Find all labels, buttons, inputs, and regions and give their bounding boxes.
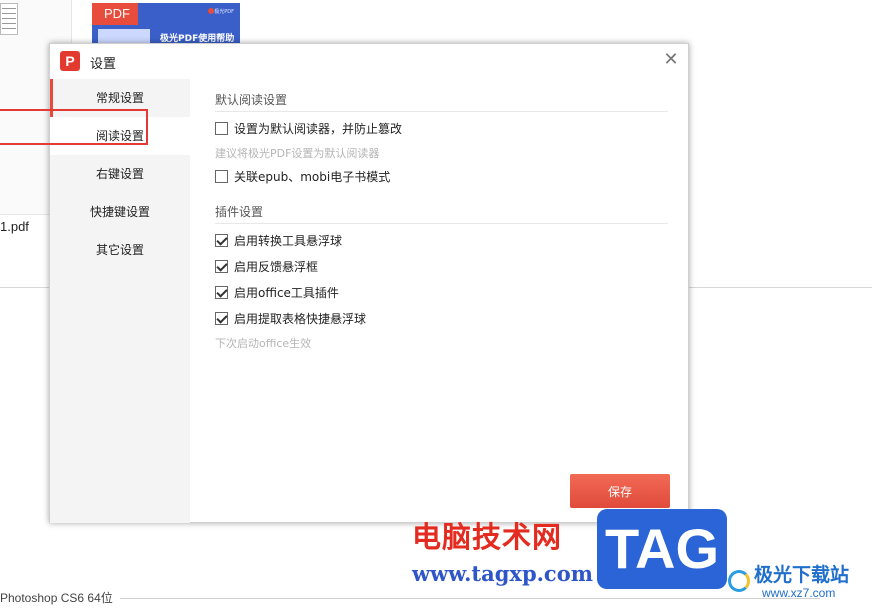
option-set-default-reader[interactable]: 设置为默认阅读器，并防止篡改: [215, 120, 402, 136]
watermark-site-name: 极光下载站: [754, 564, 850, 586]
option-table-extract-float[interactable]: 启用提取表格快捷悬浮球: [215, 310, 366, 326]
divider: [215, 111, 668, 112]
divider: [215, 223, 668, 224]
checkbox-checked[interactable]: [215, 285, 228, 299]
checkbox-checked[interactable]: [215, 259, 228, 273]
bottom-item-label[interactable]: Photoshop CS6 64位: [0, 589, 113, 606]
option-label: 设置为默认阅读器，并防止篡改: [234, 121, 403, 136]
section-title-plugins: 插件设置: [215, 205, 264, 219]
help-file-thumbnail[interactable]: PDF 极光PDF 极光PDF使用帮助: [92, 3, 240, 47]
watermark-site-url: www.xz7.com: [762, 586, 836, 600]
option-convert-float-ball[interactable]: 启用转换工具悬浮球: [215, 232, 342, 248]
option-label: 启用office工具插件: [234, 285, 339, 300]
watermark-url: www.tagxp.com: [412, 561, 593, 586]
checkbox-checked[interactable]: [215, 233, 228, 247]
checkbox[interactable]: [215, 121, 228, 135]
checkbox-checked[interactable]: [215, 311, 228, 325]
option-label: 启用反馈悬浮框: [234, 259, 319, 274]
option-label: 启用转换工具悬浮球: [234, 233, 343, 248]
settings-sidebar: 常规设置 阅读设置 右键设置 快捷键设置 其它设置: [50, 79, 190, 523]
sidebar-item-label: 常规设置: [95, 91, 144, 105]
option-label: 关联epub、mobi电子书模式: [234, 169, 391, 184]
option-feedback-float[interactable]: 启用反馈悬浮框: [215, 258, 318, 274]
dialog-titlebar: P 设置 ✕: [50, 44, 688, 79]
watermark-site-icon: [728, 570, 750, 592]
annotation-highlight-box: [0, 109, 148, 145]
checkbox[interactable]: [215, 169, 228, 183]
hint-text: 下次启动office生效: [215, 337, 312, 350]
divider: [120, 598, 820, 599]
brand-logo-icon: [208, 8, 214, 14]
section-title-default-reading: 默认阅读设置: [215, 93, 288, 107]
save-button[interactable]: 保存: [570, 474, 670, 508]
thumbnail-preview: [0, 3, 18, 35]
dialog-title: 设置: [90, 57, 117, 72]
brand-label: 极光PDF: [214, 9, 234, 15]
option-office-plugin[interactable]: 启用office工具插件: [215, 284, 339, 300]
sidebar-item-label: 右键设置: [95, 167, 144, 181]
sidebar-item-label: 其它设置: [95, 243, 144, 257]
option-label: 启用提取表格快捷悬浮球: [234, 311, 367, 326]
file-name-label[interactable]: 1.pdf: [0, 219, 29, 234]
close-icon[interactable]: ✕: [662, 51, 680, 70]
watermark-text: 电脑技术网: [412, 520, 563, 554]
sidebar-item-other[interactable]: 其它设置: [50, 231, 190, 269]
hint-text: 建议将极光PDF设置为默认阅读器: [215, 147, 380, 160]
option-epub-mobi[interactable]: 关联epub、mobi电子书模式: [215, 168, 390, 184]
settings-content: 默认阅读设置 设置为默认阅读器，并防止篡改 建议将极光PDF设置为默认阅读器 关…: [190, 79, 690, 523]
pdf-badge: PDF: [92, 3, 138, 25]
app-logo-icon: P: [60, 51, 80, 71]
sidebar-item-right-click[interactable]: 右键设置: [50, 155, 190, 193]
watermark-tag-logo: TAG: [597, 509, 727, 589]
sidebar-item-label: 快捷键设置: [89, 205, 150, 219]
sidebar-item-shortcuts[interactable]: 快捷键设置: [50, 193, 190, 231]
